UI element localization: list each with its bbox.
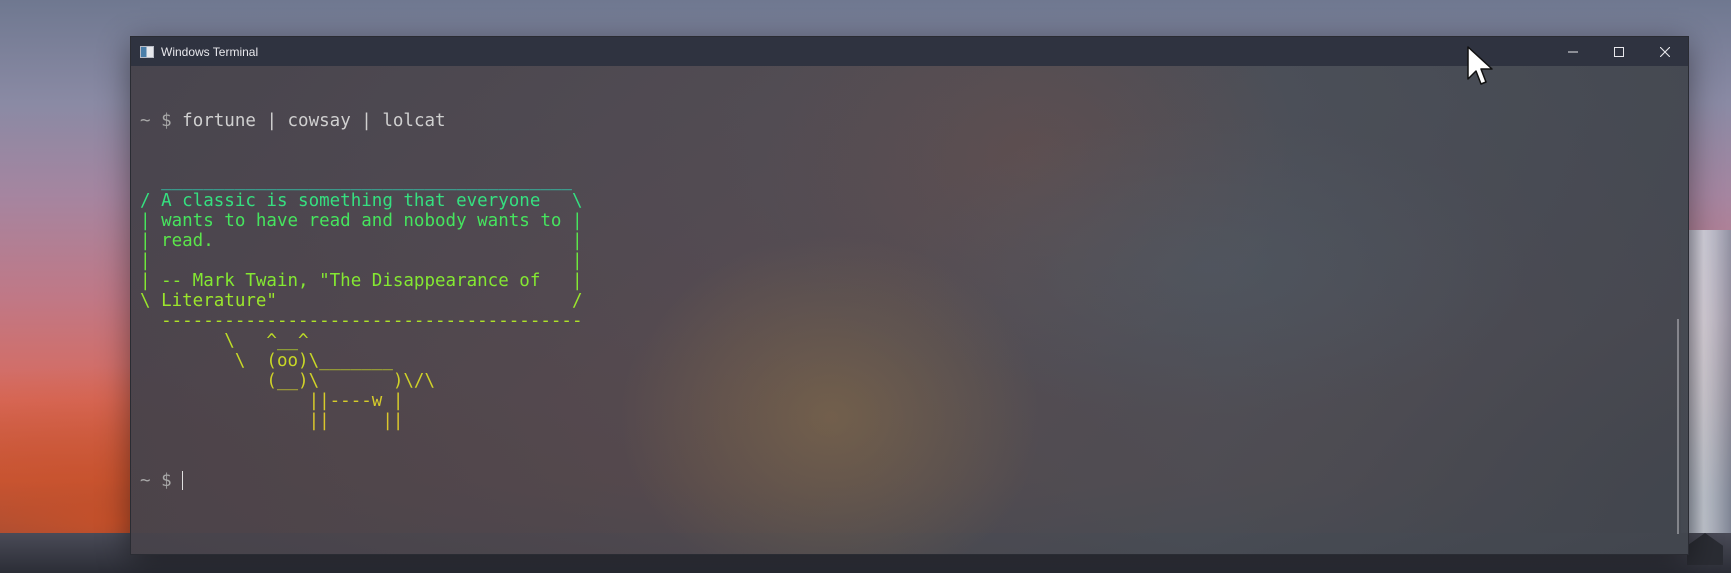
output-line: ||----w | <box>140 391 404 411</box>
terminal-output-area[interactable]: ~ $ fortune | cowsay | lolcat __________… <box>140 71 1668 554</box>
minimize-icon <box>1568 51 1578 52</box>
output-line: / A classic is something that everyone \ <box>140 191 583 211</box>
output-line: (__)\ )\/\ <box>140 371 436 391</box>
output-line: \ (oo)\_______ <box>140 351 393 371</box>
text-cursor <box>182 471 184 490</box>
close-icon <box>1660 46 1670 57</box>
output-line: | -- Mark Twain, "The Disappearance of | <box>140 271 583 291</box>
mouse-pointer-icon <box>1467 46 1493 85</box>
scrollbar[interactable] <box>1675 66 1681 554</box>
current-prompt-line[interactable]: ~ $ <box>140 471 1668 491</box>
window-controls <box>1550 37 1688 66</box>
output-line: | | <box>140 251 583 271</box>
current-prompt: ~ $ <box>140 471 183 491</box>
terminal-app-icon <box>140 45 154 58</box>
output-line: | wants to have read and nobody wants to… <box>140 211 583 231</box>
output-line: \ ^__^ <box>140 331 309 351</box>
scrollbar-thumb[interactable] <box>1677 319 1679 534</box>
output-line: _______________________________________ <box>140 171 572 191</box>
maximize-icon <box>1614 46 1624 57</box>
output-line: ---------------------------------------- <box>140 311 583 331</box>
output-line: \ Literature" / <box>140 291 583 311</box>
output-line: | read. | <box>140 231 583 251</box>
command-text: fortune | cowsay | lolcat <box>182 111 446 131</box>
minimize-button[interactable] <box>1550 37 1596 66</box>
window-title: Windows Terminal <box>161 44 259 59</box>
close-button[interactable] <box>1642 37 1688 66</box>
output-line: || || <box>140 411 404 431</box>
cowsay-output: _______________________________________ /… <box>140 171 1668 431</box>
maximize-button[interactable] <box>1596 37 1642 66</box>
terminal-window[interactable]: Windows Terminal ~ $ fortune | cowsay | <box>130 36 1689 555</box>
title-bar[interactable]: Windows Terminal <box>131 37 1688 66</box>
command-prompt: ~ $ <box>140 111 172 131</box>
command-line: ~ $ fortune | cowsay | lolcat <box>140 111 1668 131</box>
